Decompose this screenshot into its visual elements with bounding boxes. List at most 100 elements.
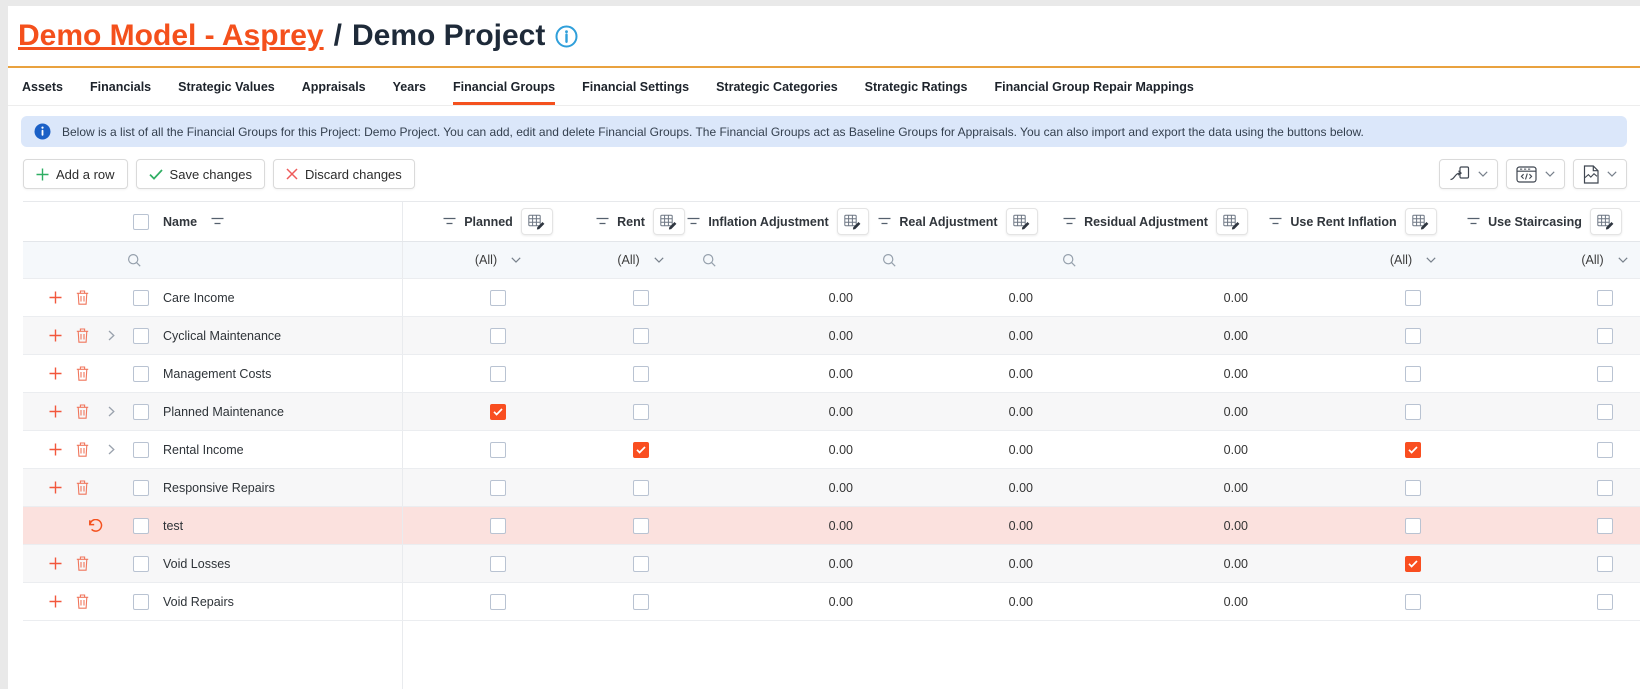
cell-checkbox-planned[interactable] — [490, 366, 506, 382]
header-filter-icon[interactable] — [1467, 217, 1480, 226]
chevron-right-icon[interactable] — [108, 406, 115, 417]
plus-icon[interactable] — [49, 443, 62, 456]
cell-value-residual_adjustment[interactable]: 0.00 — [1224, 481, 1248, 495]
cell-checkbox-planned[interactable] — [490, 442, 506, 458]
add-row-button[interactable]: Add a row — [23, 159, 128, 189]
tab-financial-settings[interactable]: Financial Settings — [582, 68, 689, 105]
row-checkbox[interactable] — [133, 328, 149, 344]
cell-checkbox-rent[interactable] — [633, 442, 649, 458]
search-filter-inflation_adjustment[interactable] — [702, 253, 716, 267]
cell-value-residual_adjustment[interactable]: 0.00 — [1224, 557, 1248, 571]
tab-financial-group-repair-mappings[interactable]: Financial Group Repair Mappings — [994, 68, 1193, 105]
cell-value-residual_adjustment[interactable]: 0.00 — [1224, 595, 1248, 609]
row-checkbox[interactable] — [133, 404, 149, 420]
cell-checkbox-use_staircasing[interactable] — [1597, 290, 1613, 306]
tab-assets[interactable]: Assets — [22, 68, 63, 105]
cell-checkbox-use_rent_inflation[interactable] — [1405, 518, 1421, 534]
cell-checkbox-use_rent_inflation[interactable] — [1405, 480, 1421, 496]
header-filter-icon[interactable] — [596, 217, 609, 226]
export-file-button[interactable] — [1573, 159, 1627, 189]
cell-value-inflation_adjustment[interactable]: 0.00 — [829, 291, 853, 305]
cell-value-residual_adjustment[interactable]: 0.00 — [1224, 291, 1248, 305]
trash-icon[interactable] — [76, 328, 89, 343]
cell-checkbox-use_rent_inflation[interactable] — [1405, 290, 1421, 306]
cell-checkbox-rent[interactable] — [633, 556, 649, 572]
row-name-label[interactable]: Care Income — [163, 291, 235, 305]
trash-icon[interactable] — [76, 404, 89, 419]
header-filter-icon[interactable] — [211, 217, 224, 226]
cell-value-real_adjustment[interactable]: 0.00 — [1009, 367, 1033, 381]
cell-checkbox-rent[interactable] — [633, 518, 649, 534]
batch-edit-button[interactable] — [1006, 208, 1038, 235]
cell-checkbox-use_rent_inflation[interactable] — [1405, 556, 1421, 572]
embed-code-button[interactable] — [1506, 159, 1565, 189]
cell-value-real_adjustment[interactable]: 0.00 — [1009, 291, 1033, 305]
row-name-label[interactable]: Planned Maintenance — [163, 405, 284, 419]
trash-icon[interactable] — [76, 442, 89, 457]
cell-value-real_adjustment[interactable]: 0.00 — [1009, 557, 1033, 571]
row-checkbox[interactable] — [133, 594, 149, 610]
cell-checkbox-use_staircasing[interactable] — [1597, 480, 1613, 496]
cell-value-residual_adjustment[interactable]: 0.00 — [1224, 443, 1248, 457]
trash-icon[interactable] — [76, 556, 89, 571]
filter-dropdown-use_rent_inflation[interactable]: (All) — [1390, 253, 1436, 267]
cell-checkbox-use_staircasing[interactable] — [1597, 404, 1613, 420]
import-data-button[interactable] — [1439, 159, 1498, 189]
cell-value-real_adjustment[interactable]: 0.00 — [1009, 519, 1033, 533]
cell-checkbox-use_rent_inflation[interactable] — [1405, 366, 1421, 382]
save-changes-button[interactable]: Save changes — [136, 159, 265, 189]
cell-value-residual_adjustment[interactable]: 0.00 — [1224, 329, 1248, 343]
cell-checkbox-rent[interactable] — [633, 290, 649, 306]
row-name-label[interactable]: Rental Income — [163, 443, 244, 457]
cell-checkbox-planned[interactable] — [490, 290, 506, 306]
cell-checkbox-use_rent_inflation[interactable] — [1405, 594, 1421, 610]
cell-checkbox-use_staircasing[interactable] — [1597, 518, 1613, 534]
column-header-use_rent_inflation[interactable]: Use Rent Inflation — [1290, 215, 1396, 229]
row-checkbox[interactable] — [133, 518, 149, 534]
row-name-label[interactable]: Management Costs — [163, 367, 271, 381]
cell-checkbox-rent[interactable] — [633, 404, 649, 420]
plus-icon[interactable] — [49, 291, 62, 304]
info-icon[interactable] — [555, 25, 578, 48]
plus-icon[interactable] — [49, 557, 62, 570]
plus-icon[interactable] — [49, 329, 62, 342]
cell-checkbox-planned[interactable] — [490, 404, 506, 420]
cell-value-inflation_adjustment[interactable]: 0.00 — [829, 443, 853, 457]
cell-checkbox-planned[interactable] — [490, 518, 506, 534]
chevron-right-icon[interactable] — [108, 444, 115, 455]
column-header-real_adjustment[interactable]: Real Adjustment — [899, 215, 997, 229]
cell-value-inflation_adjustment[interactable]: 0.00 — [829, 519, 853, 533]
plus-icon[interactable] — [49, 367, 62, 380]
cell-value-residual_adjustment[interactable]: 0.00 — [1224, 405, 1248, 419]
cell-value-residual_adjustment[interactable]: 0.00 — [1224, 367, 1248, 381]
discard-changes-button[interactable]: Discard changes — [273, 159, 415, 189]
cell-checkbox-use_staircasing[interactable] — [1597, 366, 1613, 382]
column-header-planned[interactable]: Planned — [464, 215, 513, 229]
plus-icon[interactable] — [49, 481, 62, 494]
cell-checkbox-use_staircasing[interactable] — [1597, 556, 1613, 572]
tab-years[interactable]: Years — [393, 68, 426, 105]
trash-icon[interactable] — [76, 290, 89, 305]
cell-value-real_adjustment[interactable]: 0.00 — [1009, 405, 1033, 419]
cell-checkbox-rent[interactable] — [633, 594, 649, 610]
row-name-label[interactable]: Responsive Repairs — [163, 481, 275, 495]
header-filter-icon[interactable] — [878, 217, 891, 226]
cell-checkbox-use_staircasing[interactable] — [1597, 442, 1613, 458]
cell-checkbox-use_rent_inflation[interactable] — [1405, 328, 1421, 344]
row-name-label[interactable]: test — [163, 519, 183, 533]
batch-edit-button[interactable] — [837, 208, 869, 235]
column-header-use_staircasing[interactable]: Use Staircasing — [1488, 215, 1582, 229]
tab-financials[interactable]: Financials — [90, 68, 151, 105]
trash-icon[interactable] — [76, 480, 89, 495]
row-name-label[interactable]: Cyclical Maintenance — [163, 329, 281, 343]
cell-value-inflation_adjustment[interactable]: 0.00 — [829, 405, 853, 419]
cell-checkbox-use_rent_inflation[interactable] — [1405, 442, 1421, 458]
header-filter-icon[interactable] — [443, 217, 456, 226]
cell-checkbox-use_staircasing[interactable] — [1597, 594, 1613, 610]
cell-checkbox-rent[interactable] — [633, 366, 649, 382]
plus-icon[interactable] — [49, 405, 62, 418]
cell-value-residual_adjustment[interactable]: 0.00 — [1224, 519, 1248, 533]
cell-value-inflation_adjustment[interactable]: 0.00 — [829, 481, 853, 495]
column-header-rent[interactable]: Rent — [617, 215, 645, 229]
batch-edit-button[interactable] — [653, 208, 685, 235]
